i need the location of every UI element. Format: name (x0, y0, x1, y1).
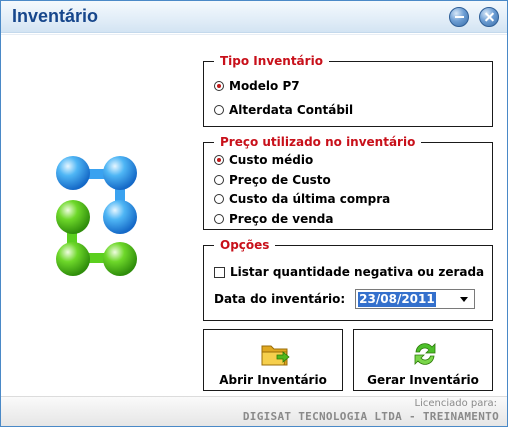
inventario-window: Inventário Tipo Inventário Modelo P7 Alt… (0, 0, 508, 427)
radio-custo-ultima-compra[interactable]: Custo da última compra (214, 191, 390, 207)
checkbox-listar-quantidade[interactable]: Listar quantidade negativa ou zerada (214, 264, 484, 280)
radio-button[interactable] (214, 175, 224, 185)
tipo-inventario-group: Tipo Inventário Modelo P7 Alterdata Cont… (203, 53, 493, 127)
date-value[interactable]: 23/08/2011 (358, 291, 436, 307)
checkbox[interactable] (214, 266, 225, 278)
minimize-button[interactable] (449, 7, 469, 27)
date-picker[interactable]: 23/08/2011 (355, 289, 476, 309)
date-label: Data do inventário: (214, 292, 346, 306)
radio-button[interactable] (214, 214, 224, 224)
refresh-icon (414, 343, 436, 365)
radio-custo-medio[interactable]: Custo médio (214, 152, 313, 168)
radio-alterdata-contabil[interactable]: Alterdata Contábil (214, 102, 353, 118)
abrir-inventario-label: Abrir Inventário (219, 373, 327, 387)
radio-label: Preço de Custo (229, 173, 331, 187)
gerar-inventario-button[interactable]: Gerar Inventário (353, 329, 493, 391)
abrir-inventario-button[interactable]: Abrir Inventário (203, 329, 343, 391)
window-title: Inventário (12, 6, 99, 26)
footer: Licenciado para: DIGISAT TECNOLOGIA LTDA… (1, 396, 507, 426)
checkbox-label: Listar quantidade negativa ou zerada (230, 265, 485, 279)
date-row: Data do inventário: 23/08/2011 (214, 289, 476, 309)
radio-preco-de-venda[interactable]: Preço de venda (214, 211, 333, 227)
radio-label: Custo da última compra (229, 192, 391, 206)
open-folder-icon (261, 345, 290, 366)
close-button[interactable] (479, 7, 499, 27)
licensed-label: Licenciado para: (414, 398, 497, 409)
radio-label: Preço de venda (229, 212, 334, 226)
opcoes-group: Opções Listar quantidade negativa ou zer… (203, 237, 493, 321)
preco-legend: Preço utilizado no inventário (214, 134, 422, 150)
app-logo-icon (56, 156, 137, 276)
divider (1, 34, 507, 35)
radio-button-selected[interactable] (214, 81, 224, 91)
radio-button-selected[interactable] (214, 155, 224, 165)
gerar-inventario-label: Gerar Inventário (367, 373, 479, 387)
radio-label: Modelo P7 (229, 79, 300, 93)
opcoes-legend: Opções (214, 237, 276, 253)
tipo-inventario-legend: Tipo Inventário (214, 53, 329, 69)
radio-button[interactable] (214, 194, 224, 204)
radio-button[interactable] (214, 105, 224, 115)
chevron-down-icon[interactable] (460, 296, 469, 302)
minimize-icon (455, 16, 464, 18)
radio-label: Alterdata Contábil (229, 103, 354, 117)
radio-label: Custo médio (229, 153, 314, 167)
radio-preco-de-custo[interactable]: Preço de Custo (214, 172, 331, 188)
radio-modelo-p7[interactable]: Modelo P7 (214, 78, 300, 94)
preco-group: Preço utilizado no inventário Custo médi… (203, 134, 493, 230)
title-bar[interactable]: Inventário (1, 1, 507, 33)
licensee-name: DIGISAT TECNOLOGIA LTDA - TREINAMENTO (242, 410, 499, 423)
